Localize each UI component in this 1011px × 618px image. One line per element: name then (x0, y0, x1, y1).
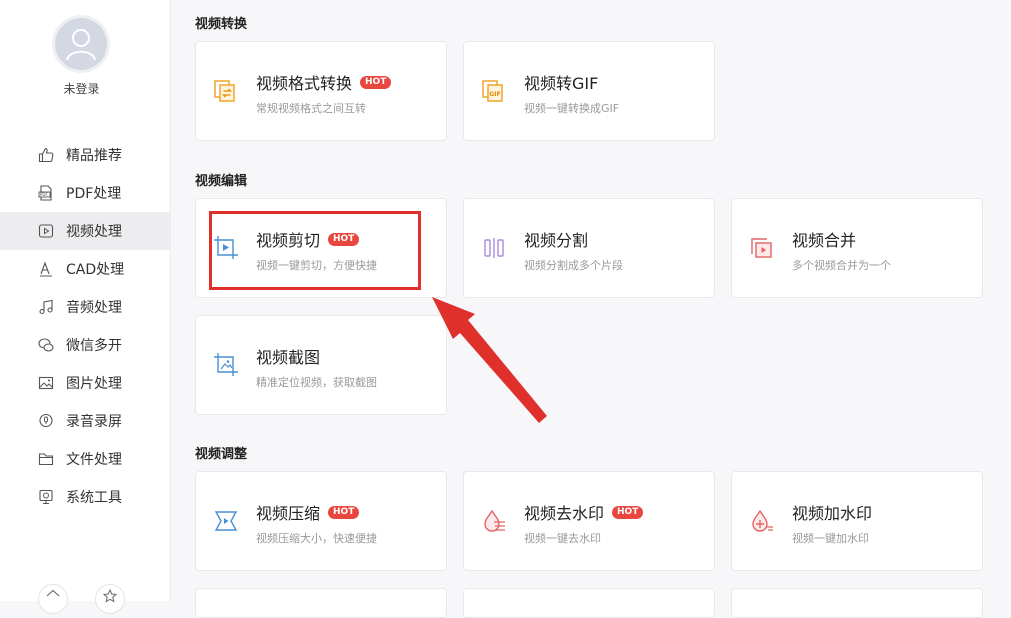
sidebar-item-label: 录音录屏 (66, 414, 122, 430)
wechat-icon (37, 336, 55, 354)
card-description: 视频一键转换成GIF (524, 102, 620, 115)
sidebar-item-label: 系统工具 (66, 490, 122, 506)
favorites-button[interactable] (95, 584, 125, 614)
card-partial[interactable] (463, 588, 715, 618)
card-description: 视频分割成多个片段 (524, 259, 623, 272)
sidebar: 未登录 精品推荐 PDF PDF处理 视频处理 CAD处理 音频处理 微信多开 … (0, 0, 171, 614)
video-compress-icon (213, 508, 239, 534)
card-description: 常规视频格式之间互转 (256, 102, 366, 115)
card-title: 视频剪切 HOT (256, 227, 360, 251)
card-title: 视频分割 (524, 227, 588, 251)
card-video-compress[interactable]: 视频压缩 HOT 视频压缩大小，快速便捷 (195, 471, 447, 571)
record-icon (37, 412, 55, 430)
video-cut-icon (213, 235, 239, 261)
sidebar-item-label: 视频处理 (66, 224, 122, 240)
gif-icon: GIF (481, 78, 507, 104)
sidebar-item-system[interactable]: 系统工具 (0, 478, 170, 516)
sidebar-item-recommend[interactable]: 精品推荐 (0, 136, 170, 174)
avatar[interactable] (55, 18, 107, 70)
scrollbar[interactable] (1005, 0, 1011, 601)
user-icon (66, 29, 96, 61)
sidebar-item-video[interactable]: 视频处理 (0, 212, 170, 250)
card-title: 视频截图 (256, 344, 320, 368)
image-icon (37, 374, 55, 392)
sidebar-item-label: PDF处理 (66, 186, 122, 202)
svg-text:GIF: GIF (489, 91, 500, 98)
home-button[interactable] (38, 584, 68, 614)
main-content: 视频转换 视频格式转换 HOT 常规视频格式之间互转 GIF 视频转GIF 视频… (170, 0, 1011, 618)
card-description: 视频压缩大小，快速便捷 (256, 532, 377, 545)
sidebar-nav: 精品推荐 PDF PDF处理 视频处理 CAD处理 音频处理 微信多开 图片处理… (0, 136, 170, 516)
section-title-video-adjust: 视频调整 (195, 447, 248, 462)
card-title: 视频压缩 HOT (256, 500, 360, 524)
sidebar-item-file[interactable]: 文件处理 (0, 440, 170, 478)
svg-text:PDF: PDF (40, 192, 48, 197)
thumbs-up-icon (37, 146, 55, 164)
card-video-cut[interactable]: 视频剪切 HOT 视频一键剪切，方便快捷 (195, 198, 447, 298)
remove-watermark-icon (481, 508, 507, 534)
card-title: 视频加水印 (792, 500, 872, 524)
card-video-to-gif[interactable]: GIF 视频转GIF 视频一键转换成GIF (463, 41, 715, 141)
card-description: 视频一键加水印 (792, 532, 869, 545)
sidebar-item-label: 音频处理 (66, 300, 122, 316)
card-title-text: 视频转GIF (524, 74, 599, 93)
card-video-screenshot[interactable]: 视频截图 精准定位视频，获取截图 (195, 315, 447, 415)
card-title: 视频合并 (792, 227, 856, 251)
card-title-text: 视频压缩 (256, 504, 321, 523)
card-description: 视频一键去水印 (524, 532, 601, 545)
card-description: 精准定位视频，获取截图 (256, 376, 377, 389)
sidebar-item-label: 文件处理 (66, 452, 122, 468)
card-video-format-convert[interactable]: 视频格式转换 HOT 常规视频格式之间互转 (195, 41, 447, 141)
card-title-text: 视频合并 (792, 231, 857, 250)
card-title-text: 视频剪切 (256, 231, 321, 250)
sidebar-item-record[interactable]: 录音录屏 (0, 402, 170, 440)
sidebar-item-audio[interactable]: 音频处理 (0, 288, 170, 326)
video-screenshot-icon (213, 352, 239, 378)
card-description: 视频一键剪切，方便快捷 (256, 259, 377, 272)
hot-badge: HOT (612, 505, 644, 519)
sidebar-item-wechat[interactable]: 微信多开 (0, 326, 170, 364)
sidebar-item-label: 图片处理 (66, 376, 122, 392)
sidebar-item-label: CAD处理 (66, 262, 125, 278)
card-title: 视频去水印 HOT (524, 500, 644, 524)
card-title-text: 视频截图 (256, 348, 321, 367)
card-title-text: 视频格式转换 (256, 74, 353, 93)
sidebar-item-pdf[interactable]: PDF PDF处理 (0, 174, 170, 212)
folder-icon (37, 450, 55, 468)
card-video-merge[interactable]: 视频合并 多个视频合并为一个 (731, 198, 983, 298)
sidebar-item-label: 精品推荐 (66, 148, 122, 164)
card-title-text: 视频去水印 (524, 504, 605, 523)
card-title: 视频转GIF (524, 70, 598, 94)
add-watermark-icon (749, 508, 775, 534)
music-icon (37, 298, 55, 316)
hot-badge: HOT (328, 232, 360, 246)
section-title-video-convert: 视频转换 (195, 17, 248, 32)
card-title: 视频格式转换 HOT (256, 70, 392, 94)
format-convert-icon (213, 78, 239, 104)
sidebar-item-image[interactable]: 图片处理 (0, 364, 170, 402)
card-partial[interactable] (195, 588, 447, 618)
hot-badge: HOT (360, 75, 392, 89)
card-title-text: 视频加水印 (792, 504, 873, 523)
card-remove-watermark[interactable]: 视频去水印 HOT 视频一键去水印 (463, 471, 715, 571)
hot-badge: HOT (328, 505, 360, 519)
card-video-split[interactable]: 视频分割 视频分割成多个片段 (463, 198, 715, 298)
video-split-icon (481, 235, 507, 261)
sidebar-item-label: 微信多开 (66, 338, 122, 354)
cad-icon (37, 260, 55, 278)
card-partial[interactable] (731, 588, 983, 618)
card-add-watermark[interactable]: 视频加水印 视频一键加水印 (731, 471, 983, 571)
video-icon (37, 222, 55, 240)
section-title-video-edit: 视频编辑 (195, 174, 248, 189)
system-tools-icon (37, 488, 55, 506)
card-title-text: 视频分割 (524, 231, 589, 250)
sidebar-item-cad[interactable]: CAD处理 (0, 250, 170, 288)
video-merge-icon (749, 235, 775, 261)
login-status[interactable]: 未登录 (0, 80, 163, 97)
card-description: 多个视频合并为一个 (792, 259, 891, 272)
pdf-icon: PDF (37, 184, 55, 202)
